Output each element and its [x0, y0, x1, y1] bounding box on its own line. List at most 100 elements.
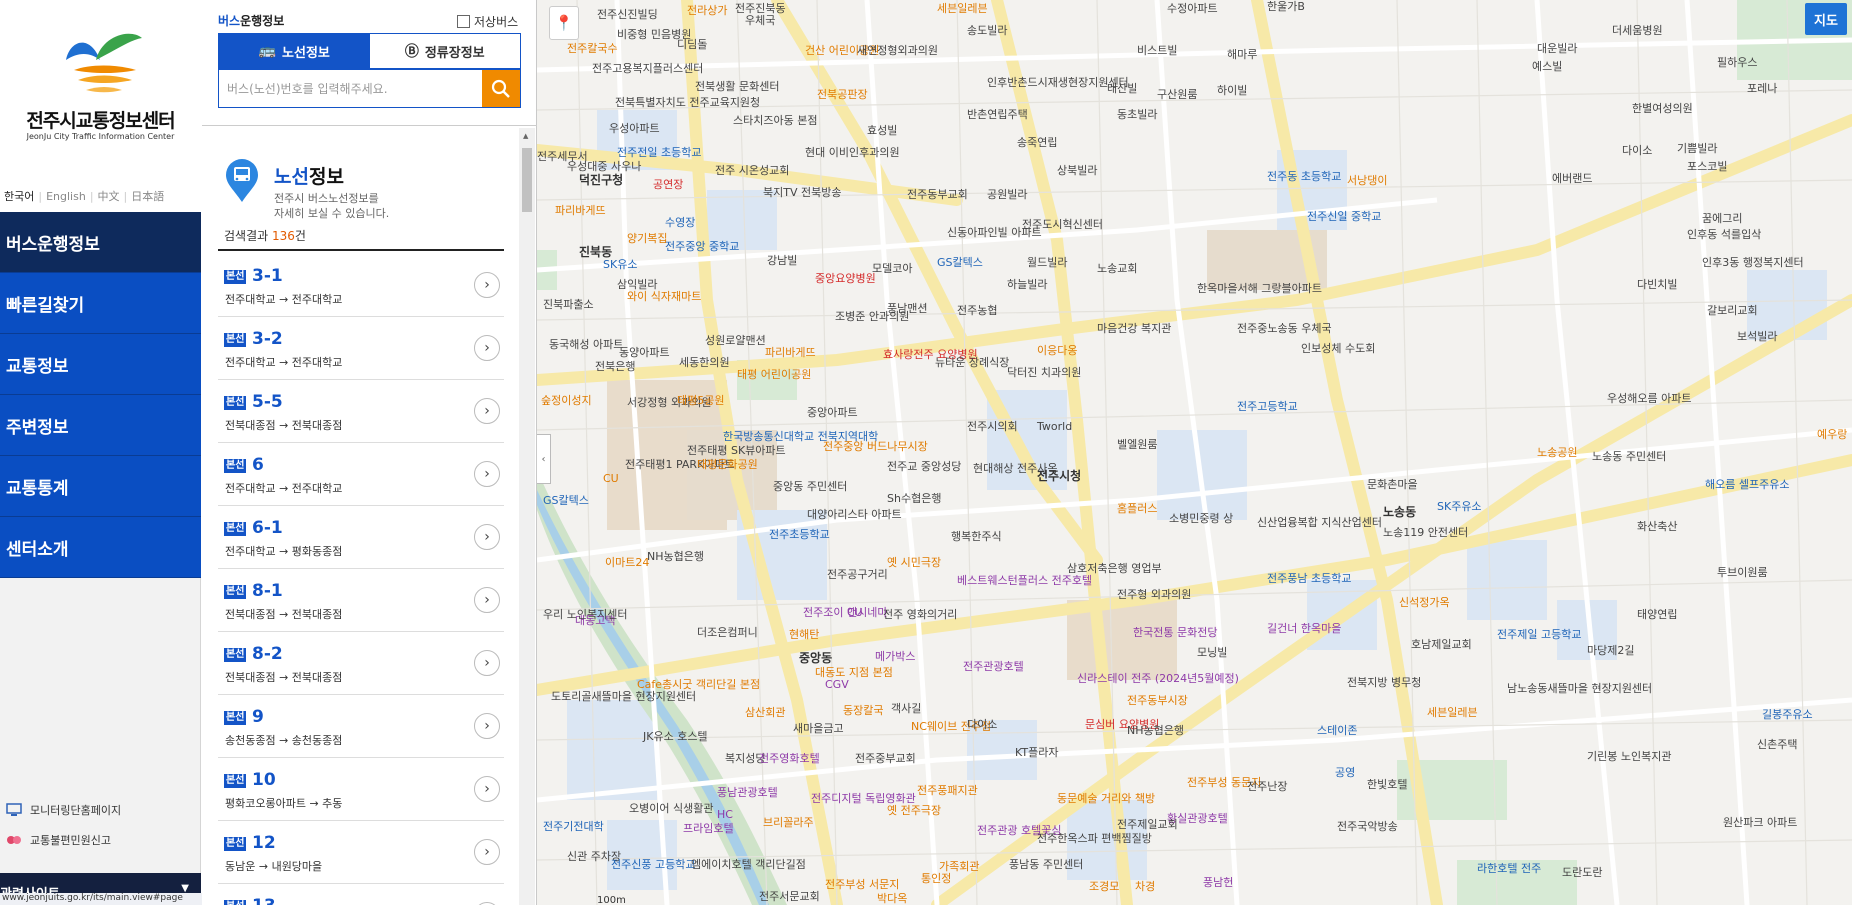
- map-place-label[interactable]: 강남빌: [767, 254, 797, 267]
- map-place-label[interactable]: 와이 식자재마트: [627, 290, 701, 303]
- map-place-label[interactable]: 풍남맨션: [887, 302, 927, 315]
- map-place-label[interactable]: HC: [717, 808, 733, 821]
- menu-route-finder[interactable]: 빠른길찾기: [0, 273, 201, 334]
- map-place-label[interactable]: 우리 노인복지센터: [543, 608, 627, 621]
- map-place-label[interactable]: 라한호텔 전주: [1477, 862, 1541, 875]
- map-place-label[interactable]: 다이소: [967, 718, 997, 731]
- map-place-label[interactable]: 세븐일레븐: [937, 2, 988, 15]
- map-place-label[interactable]: 노송119 안전센터: [1383, 526, 1468, 539]
- map-place-label[interactable]: 우성아파트: [609, 122, 660, 135]
- map-place-label[interactable]: 공영: [1335, 766, 1355, 779]
- map-place-label[interactable]: 성원로얄맨션: [705, 334, 766, 347]
- map-place-label[interactable]: 전주동부교회: [907, 188, 968, 201]
- route-row[interactable]: 본선 6 전주대학교 → 전주대학교 ›: [218, 443, 504, 506]
- map-place-label[interactable]: 덕진구청: [579, 174, 623, 187]
- map-place-label[interactable]: CU: [603, 472, 619, 485]
- map-place-label[interactable]: 메가박스: [875, 650, 915, 663]
- map-place-label[interactable]: 전주신풍 고등학교: [611, 858, 695, 871]
- map-place-label[interactable]: 효성빌: [867, 124, 897, 137]
- map-place-label[interactable]: SK유소: [603, 258, 637, 271]
- map-place-label[interactable]: 옛 시민극장: [887, 556, 941, 569]
- map-place-label[interactable]: 한옥마을서해 그랑블아파트: [1197, 282, 1322, 295]
- route-row[interactable]: 본선 10 평화코오롱아파트 → 추동 ›: [218, 758, 504, 821]
- map-place-label[interactable]: 베스트웨스턴플러스 전주호텔: [957, 574, 1092, 587]
- map-place-label[interactable]: 양기복집: [627, 232, 667, 245]
- map-place-label[interactable]: Sh수협은행: [887, 492, 941, 505]
- map-place-label[interactable]: 신산업융복합 지식산업센터: [1257, 516, 1382, 529]
- scrollbar-thumb[interactable]: [522, 148, 532, 212]
- menu-traffic-info[interactable]: 교통정보: [0, 334, 201, 395]
- chevron-right-icon[interactable]: ›: [474, 839, 500, 865]
- map-place-label[interactable]: 차경: [1135, 880, 1155, 893]
- map-place-label[interactable]: 전주교 중앙성당: [887, 460, 961, 473]
- map-place-label[interactable]: 전북생활 문화센터: [695, 80, 779, 93]
- map-place-label[interactable]: 전주신일 중학교: [1307, 210, 1381, 223]
- map-place-label[interactable]: 신라스테이 전주 (2024년5월예정): [1077, 672, 1239, 685]
- map-place-label[interactable]: 전북지방 병무청: [1347, 676, 1421, 689]
- map-place-label[interactable]: 객사길: [891, 702, 921, 715]
- map-place-label[interactable]: 수영장: [665, 216, 695, 229]
- map-place-label[interactable]: CU: [847, 606, 863, 619]
- lang-korean[interactable]: 한국어: [0, 188, 38, 204]
- map-place-label[interactable]: NH농협은행: [647, 550, 704, 563]
- map-place-label[interactable]: 전주한옥스파 편백찜질방: [1037, 832, 1152, 845]
- map-place-label[interactable]: 전북은행: [595, 360, 635, 373]
- menu-bus-info[interactable]: 버스운행정보: [0, 212, 201, 273]
- map-place-label[interactable]: 현대 이비인후과의원: [805, 146, 900, 159]
- map-place-label[interactable]: 동장칼국: [843, 704, 883, 717]
- map-place-label[interactable]: 전주세무서: [537, 150, 588, 163]
- monitor-homepage-link[interactable]: 모니터링단홈페이지: [6, 795, 121, 825]
- map-view[interactable]: 전주신진빌딩 전라상가 전주진북동 우체국 세븐일레븐 송도빌라 수정아파트 한울가B 더세움병…: [537, 0, 1852, 905]
- map-place-label[interactable]: 중앙아파트: [807, 406, 858, 419]
- map-type-button[interactable]: 지도: [1805, 3, 1847, 35]
- map-place-label[interactable]: 전주시청: [1037, 470, 1081, 483]
- menu-nearby-info[interactable]: 주변정보: [0, 395, 201, 456]
- map-place-label[interactable]: 더조은컴퍼니: [697, 626, 758, 639]
- map-place-label[interactable]: 전주신진빌딩: [597, 8, 658, 21]
- map-place-label[interactable]: 벨엘원룸: [1117, 438, 1157, 451]
- map-place-label[interactable]: 노송동: [1383, 506, 1416, 519]
- map-place-label[interactable]: 서낭댕이: [1347, 174, 1387, 187]
- map-place-label[interactable]: 길건너 한옥마을: [1267, 622, 1341, 635]
- map-place-label[interactable]: 갈보리교회: [1707, 304, 1758, 317]
- map-place-label[interactable]: 전주태평 SK뷰아파트: [687, 444, 786, 457]
- map-place-label[interactable]: JK유소 호스텔: [643, 730, 708, 743]
- tab-stop-info[interactable]: Ⓑ 정류장정보: [369, 34, 520, 68]
- map-place-label[interactable]: 이마트24: [605, 556, 649, 569]
- map-place-label[interactable]: 태산빌: [1107, 82, 1137, 95]
- map-place-label[interactable]: SK주유소: [1437, 500, 1482, 513]
- map-place-label[interactable]: 동양아파트: [619, 346, 670, 359]
- map-place-label[interactable]: 신석정가옥: [1399, 596, 1450, 609]
- map-place-label[interactable]: 태평문화공원: [697, 458, 758, 471]
- route-row[interactable]: 본선 3-1 전주대학교 → 전주대학교 ›: [218, 254, 504, 317]
- map-place-label[interactable]: 풍남관광호텔: [717, 786, 778, 799]
- map-place-label[interactable]: 한국전통 문화전당: [1133, 626, 1217, 639]
- map-place-label[interactable]: 전주중노송동 우체국: [1237, 322, 1332, 335]
- map-place-label[interactable]: 스테이존: [1317, 724, 1357, 737]
- map-place-label[interactable]: 송죽연립: [1017, 136, 1057, 149]
- lang-english[interactable]: English: [42, 190, 90, 203]
- map-place-label[interactable]: 노송동 주민센터: [1592, 450, 1666, 463]
- map-place-label[interactable]: 대운빌라: [1537, 42, 1577, 55]
- map-place-label[interactable]: 진북파출소: [543, 298, 594, 311]
- route-row[interactable]: 본선13›: [218, 884, 504, 905]
- map-place-label[interactable]: 프라임호텔: [683, 822, 734, 835]
- map-place-label[interactable]: 하늘빌라: [1007, 278, 1047, 291]
- map-place-label[interactable]: 모델코아: [872, 262, 912, 275]
- map-place-label[interactable]: 전주고등학교: [1237, 400, 1298, 413]
- map-place-label[interactable]: 마당제2길: [1587, 644, 1634, 657]
- chevron-right-icon[interactable]: ›: [474, 650, 500, 676]
- map-place-label[interactable]: 투브이원룸: [1717, 566, 1768, 579]
- complaint-report-link[interactable]: 교통불편민원신고: [6, 825, 121, 855]
- map-place-label[interactable]: 반촌연립주택: [967, 108, 1028, 121]
- map-place-label[interactable]: 공원빌라: [987, 188, 1027, 201]
- map-place-label[interactable]: KT플라자: [1015, 746, 1058, 759]
- map-place-label[interactable]: 조경모: [1089, 880, 1119, 893]
- map-place-label[interactable]: 문화촌마을: [1367, 478, 1418, 491]
- map-place-label[interactable]: 하이빌: [1217, 84, 1247, 97]
- map-place-label[interactable]: 에버랜드: [1552, 172, 1592, 185]
- map-place-label[interactable]: 더세움병원: [1612, 24, 1663, 37]
- location-pin-button[interactable]: 📍: [549, 6, 579, 40]
- map-place-label[interactable]: 기린봉 노인복지관: [1587, 750, 1671, 763]
- map-place-label[interactable]: NH농협은행: [1127, 724, 1184, 737]
